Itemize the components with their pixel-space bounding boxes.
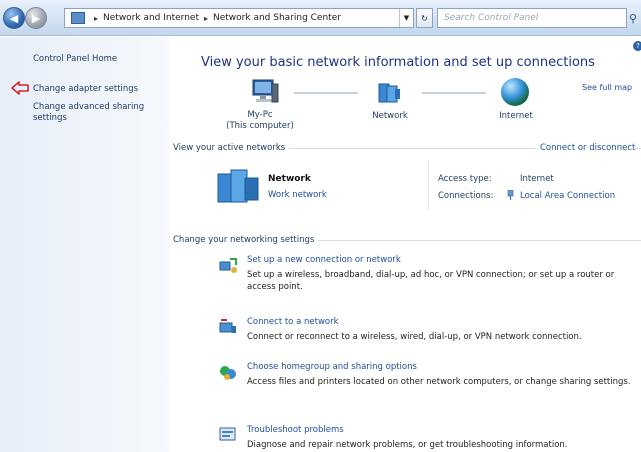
- back-button[interactable]: ◀: [3, 7, 25, 29]
- setup-connection-link[interactable]: Set up a new connection or network: [247, 255, 401, 265]
- help-icon[interactable]: ?: [633, 41, 641, 51]
- setup-connection-icon: [219, 258, 237, 273]
- search-icon[interactable]: ⚲: [629, 12, 637, 25]
- internet-node-label: Internet: [499, 111, 533, 121]
- active-networks-heading: View your active networks: [173, 143, 290, 153]
- setup-connection-description: Set up a wireless, broadband, dial-up, a…: [247, 270, 615, 292]
- troubleshoot-description: Diagnose and repair network problems, or…: [247, 440, 568, 450]
- page-title: View your basic network information and …: [201, 55, 595, 70]
- homegroup-link[interactable]: Choose homegroup and sharing options: [247, 362, 417, 372]
- network-icon: [378, 83, 400, 103]
- refresh-button[interactable]: ↻: [416, 8, 433, 28]
- network-node-label: Network: [372, 111, 408, 121]
- back-arrow-icon: ◀: [9, 11, 19, 25]
- computer-icon: [252, 79, 279, 103]
- homegroup-description: Access files and printers located on oth…: [247, 377, 631, 387]
- vertical-divider: [428, 160, 429, 210]
- forward-button[interactable]: ▶: [25, 7, 47, 29]
- computer-subtitle: (This computer): [226, 121, 294, 131]
- connect-network-link[interactable]: Connect to a network: [247, 317, 339, 327]
- homegroup-icon: [220, 366, 236, 380]
- computer-name: My-Pc: [247, 110, 273, 120]
- search-placeholder: Search Control Panel: [444, 13, 539, 23]
- local-area-connection-link[interactable]: Local Area Connection: [520, 191, 615, 201]
- access-type-label: Access type:: [438, 174, 492, 184]
- network-type-link[interactable]: Work network: [268, 190, 327, 200]
- forward-arrow-icon: ▶: [31, 11, 41, 25]
- control-panel-home-link[interactable]: Control Panel Home: [33, 54, 117, 64]
- refresh-icon: ↻: [421, 13, 428, 23]
- control-panel-icon: [71, 12, 85, 24]
- troubleshoot-link[interactable]: Troubleshoot problems: [247, 425, 344, 435]
- active-network-name: Network: [268, 174, 311, 184]
- connections-label: Connections:: [438, 191, 494, 201]
- globe-icon: [501, 78, 529, 106]
- network-bench-icon[interactable]: [216, 166, 260, 206]
- breadcrumb-network-and-sharing-center[interactable]: Network and Sharing Center: [213, 13, 341, 23]
- breadcrumb-separator: ▸: [94, 13, 99, 23]
- troubleshoot-icon: [219, 427, 236, 441]
- connect-network-description: Connect or reconnect to a wireless, wire…: [247, 332, 582, 342]
- address-bar[interactable]: ▸ Network and Internet ▸ Network and Sha…: [64, 8, 414, 28]
- see-full-map-link[interactable]: See full map: [582, 83, 632, 92]
- chevron-down-icon: ▼: [403, 14, 410, 22]
- breadcrumb-network-and-internet[interactable]: Network and Internet: [103, 13, 199, 23]
- search-input[interactable]: Search Control Panel: [437, 8, 627, 28]
- change-adapter-settings-link[interactable]: Change adapter settings: [33, 84, 138, 94]
- connect-or-disconnect-link[interactable]: Connect or disconnect: [536, 143, 636, 153]
- access-type-value: Internet: [520, 174, 554, 184]
- map-connector-line: [294, 92, 358, 94]
- computer-label: My-Pc (This computer): [218, 110, 302, 132]
- breadcrumb-separator: ▸: [203, 13, 208, 23]
- left-pane: Control Panel Home Change adapter settin…: [0, 37, 170, 452]
- red-arrow-icon: [11, 81, 29, 95]
- address-dropdown-button[interactable]: ▼: [399, 9, 413, 27]
- change-advanced-sharing-settings-link[interactable]: Change advanced sharing settings: [33, 102, 163, 124]
- navigation-bar: ◀ ▶ ▸ Network and Internet ▸ Network and…: [0, 0, 641, 36]
- map-connector-line: [422, 92, 486, 94]
- plug-icon: [507, 190, 514, 200]
- change-settings-heading: Change your networking settings: [173, 235, 319, 245]
- connect-network-icon: [219, 319, 236, 333]
